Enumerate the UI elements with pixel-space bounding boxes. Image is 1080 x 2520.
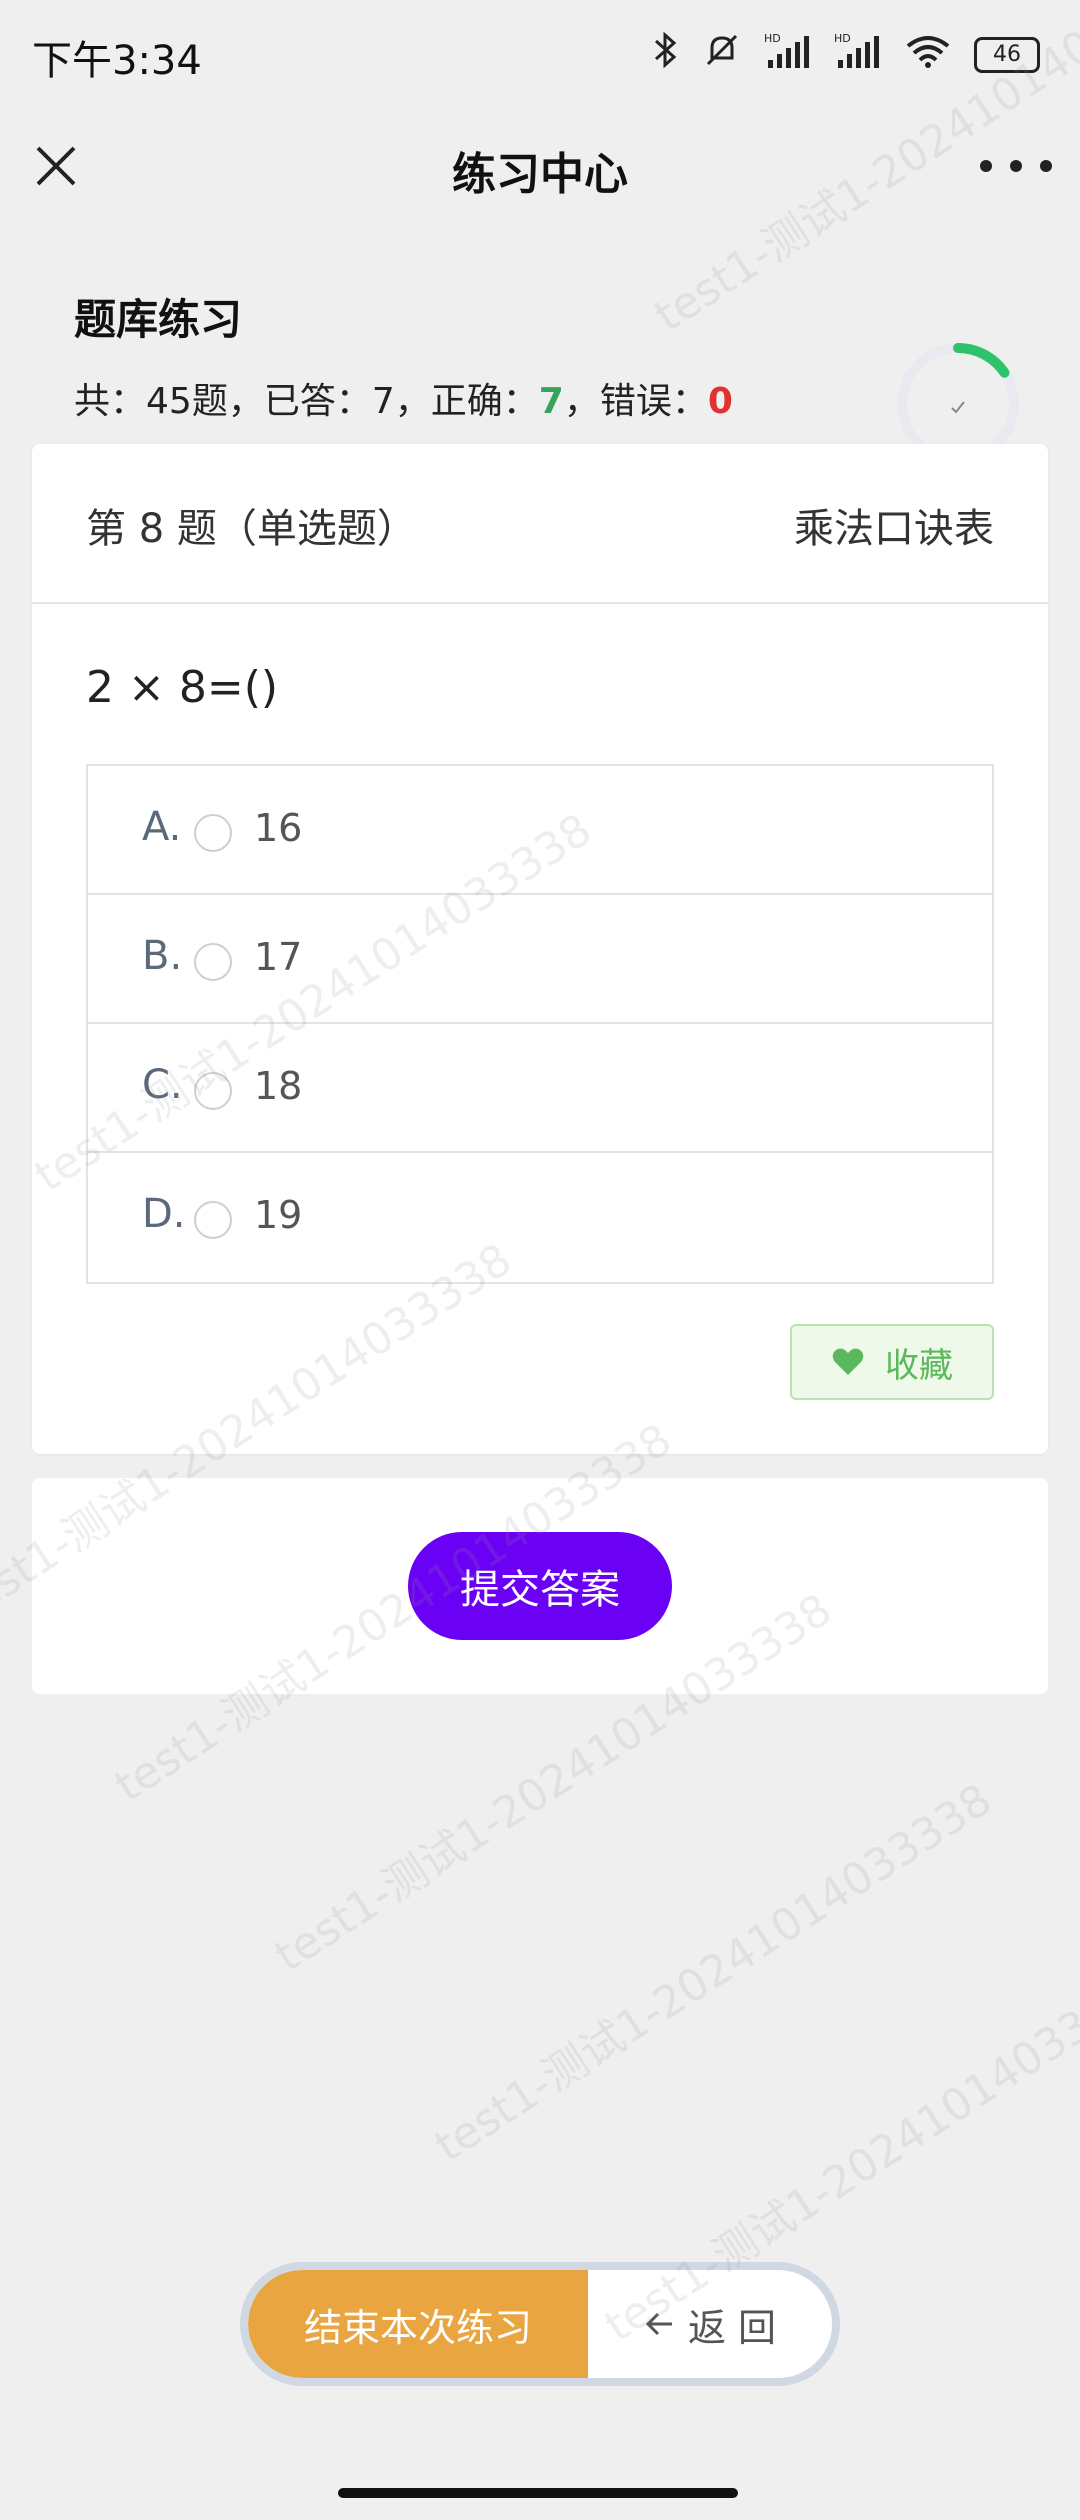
option-value: 19 bbox=[254, 1193, 303, 1237]
submit-panel: 提交答案 bbox=[32, 1478, 1048, 1694]
wrong-count: 0 bbox=[707, 381, 733, 422]
option-value: 17 bbox=[254, 935, 303, 979]
bank-title: 题库练习 bbox=[74, 295, 243, 344]
favorite-label: 收藏 bbox=[885, 1345, 953, 1386]
total-label: 共： bbox=[74, 381, 147, 422]
option-c[interactable]: C. 18 bbox=[88, 1024, 992, 1153]
signal-hd-icon: HD bbox=[834, 30, 882, 79]
arrow-left-icon bbox=[645, 2312, 672, 2336]
back-button[interactable]: 返 回 bbox=[588, 2270, 832, 2378]
favorite-button[interactable]: 收藏 bbox=[790, 1324, 994, 1400]
option-letter: C. bbox=[142, 1062, 183, 1108]
option-a[interactable]: A. 16 bbox=[88, 766, 992, 895]
wifi-icon bbox=[904, 30, 952, 79]
back-label: 返 回 bbox=[687, 2305, 777, 2350]
nav-bar: 练习中心 bbox=[0, 110, 1080, 230]
radio-icon[interactable] bbox=[194, 1072, 232, 1110]
signal-hd-icon: HD bbox=[764, 30, 812, 79]
home-indicator bbox=[338, 2488, 738, 2498]
more-icon[interactable] bbox=[980, 146, 1052, 186]
check-icon bbox=[951, 401, 965, 414]
total-count: 45题 bbox=[146, 381, 228, 422]
option-letter: B. bbox=[142, 933, 183, 979]
bluetooth-icon bbox=[652, 30, 680, 79]
correct-label: ，正确： bbox=[394, 381, 539, 422]
question-number: 第 8 题（单选题） bbox=[86, 506, 417, 552]
question-header: 第 8 题（单选题） 乘法口诀表 bbox=[32, 444, 1048, 604]
battery-level: 46 bbox=[993, 42, 1021, 67]
status-bar: 下午3:34 HD HD 46 bbox=[0, 0, 1080, 110]
svg-text:HD: HD bbox=[834, 32, 851, 45]
option-letter: A. bbox=[142, 804, 182, 850]
mute-icon bbox=[702, 30, 742, 79]
practice-stats: 共：45题，已答：7，正确：7，错误：0 bbox=[74, 372, 733, 424]
battery-icon: 46 bbox=[974, 36, 1040, 73]
option-d[interactable]: D. 19 bbox=[88, 1153, 992, 1282]
wrong-label: ，错误： bbox=[563, 381, 708, 422]
status-time: 下午3:34 bbox=[32, 38, 202, 84]
page-title: 练习中心 bbox=[452, 149, 628, 200]
bottom-action-bar: 结束本次练习 返 回 bbox=[240, 2262, 840, 2386]
answered-count: 7 bbox=[371, 381, 395, 422]
radio-icon[interactable] bbox=[194, 814, 232, 852]
option-value: 16 bbox=[254, 806, 303, 850]
radio-icon[interactable] bbox=[194, 943, 232, 981]
submit-answer-button[interactable]: 提交答案 bbox=[408, 1532, 672, 1640]
practice-page: 下午3:34 HD HD 46 练习中心 题库练习 共：45题，已答：7，正确：… bbox=[0, 0, 1080, 2520]
watermark: test1-测试1-20241014033338 bbox=[425, 1774, 1001, 2172]
options-list: A. 16 B. 17 C. 18 D. 19 bbox=[86, 764, 994, 1284]
end-practice-button[interactable]: 结束本次练习 bbox=[248, 2270, 588, 2378]
status-icons: HD HD 46 bbox=[652, 30, 1040, 79]
option-b[interactable]: B. 17 bbox=[88, 895, 992, 1024]
question-category: 乘法口诀表 bbox=[794, 506, 994, 552]
question-stem: 2 × 8=() bbox=[86, 662, 279, 713]
question-card: 第 8 题（单选题） 乘法口诀表 2 × 8=() A. 16 B. 17 C.… bbox=[32, 444, 1048, 1454]
radio-icon[interactable] bbox=[194, 1201, 232, 1239]
svg-text:HD: HD bbox=[764, 32, 781, 45]
option-value: 18 bbox=[254, 1064, 303, 1108]
heart-icon bbox=[832, 1348, 864, 1375]
correct-count: 7 bbox=[538, 381, 564, 422]
answered-label: ，已答： bbox=[227, 381, 372, 422]
option-letter: D. bbox=[142, 1191, 186, 1237]
